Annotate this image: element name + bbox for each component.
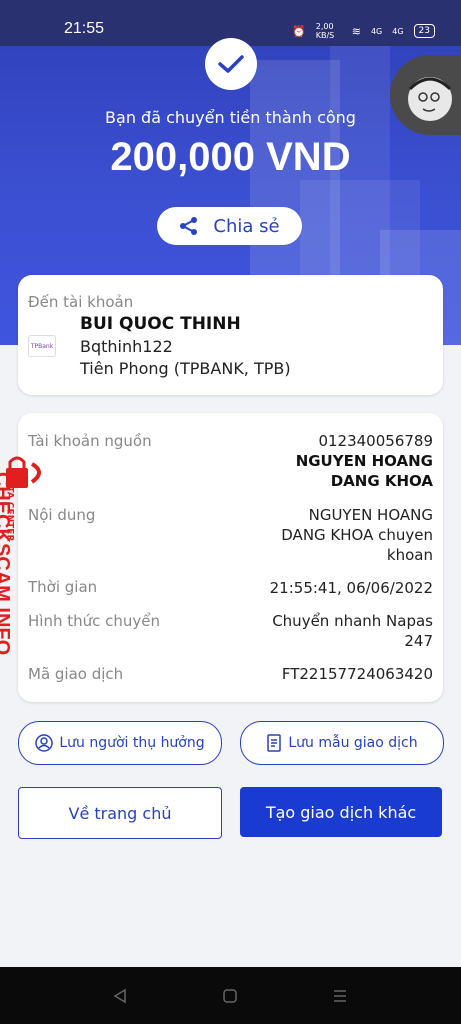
recents-icon[interactable] [332,988,348,1004]
transfer-amount: 200,000 VND [110,135,351,179]
source-account-value: 012340056789 NGUYEN HOANG DANG KHOA [203,431,433,491]
recipient-card: Đến tài khoản TPBank BUI QUOC THINH Bqth… [18,275,443,395]
signal-4g-2: 4G [392,26,404,36]
recipient-bank: Tiên Phong (TPBANK, TPB) [80,359,291,378]
signal-4g-1: 4G [370,26,383,36]
wifi-icon: ≋ [351,24,361,38]
share-button[interactable]: Chia sẻ [157,207,302,245]
source-account-label: Tài khoản nguồn [28,432,152,450]
recipient-nickname: Bqthinh122 [80,337,173,356]
home-button[interactable]: Về trang chủ [18,787,222,839]
save-beneficiary-label: Lưu người thụ hưởng [59,735,205,751]
watermark: CHECKSCAM.INFO DATA CENTER [0,452,50,682]
success-check-icon [205,38,257,90]
share-label: Chia sẻ [213,215,280,237]
alarm-icon: ⏰ [292,24,306,38]
save-template-button[interactable]: Lưu mẫu giao dịch [240,721,444,765]
user-icon [35,734,54,752]
share-icon [180,217,198,235]
receipt-icon [267,734,282,752]
time-value: 21:55:41, 06/06/2022 [269,579,433,597]
method-value: Chuyển nhanh Napas 247 [203,611,433,651]
method-line1: Chuyển nhanh Napas [272,612,433,630]
source-account-number: 012340056789 [318,432,433,450]
txn-id-value: FT22157724063420 [281,665,433,683]
recipient-label: Đến tài khoản [28,293,134,311]
method-line2: 247 [404,632,433,650]
content-line1: NGUYEN HOANG [308,506,433,524]
net-speed: 2,00 KB/S [315,22,335,40]
battery-icon: 23 [413,24,435,38]
system-nav-bar [0,967,461,1024]
back-icon[interactable] [112,988,128,1004]
save-template-label: Lưu mẫu giao dịch [288,735,418,751]
content-value: NGUYEN HOANG DANG KHOA chuyen khoan [203,505,433,565]
recipient-name: BUI QUOC THINH [80,314,241,334]
success-message: Bạn đã chuyển tiền thành công [105,108,356,127]
home-nav-icon[interactable] [222,988,238,1004]
transaction-details-card: Tài khoản nguồn 012340056789 NGUYEN HOAN… [18,413,443,702]
bank-logo: TPBank [28,335,56,357]
save-beneficiary-button[interactable]: Lưu người thụ hưởng [18,721,222,765]
content-line2: DANG KHOA chuyen [281,526,433,544]
clock: 21:55 [64,20,105,37]
new-transaction-button[interactable]: Tạo giao dịch khác [240,787,442,837]
source-name-line1: NGUYEN HOANG [295,452,433,470]
watermark-subtext: DATA CENTER [4,472,15,542]
source-name-line2: DANG KHOA [330,472,433,490]
content-line3: khoan [386,546,433,564]
